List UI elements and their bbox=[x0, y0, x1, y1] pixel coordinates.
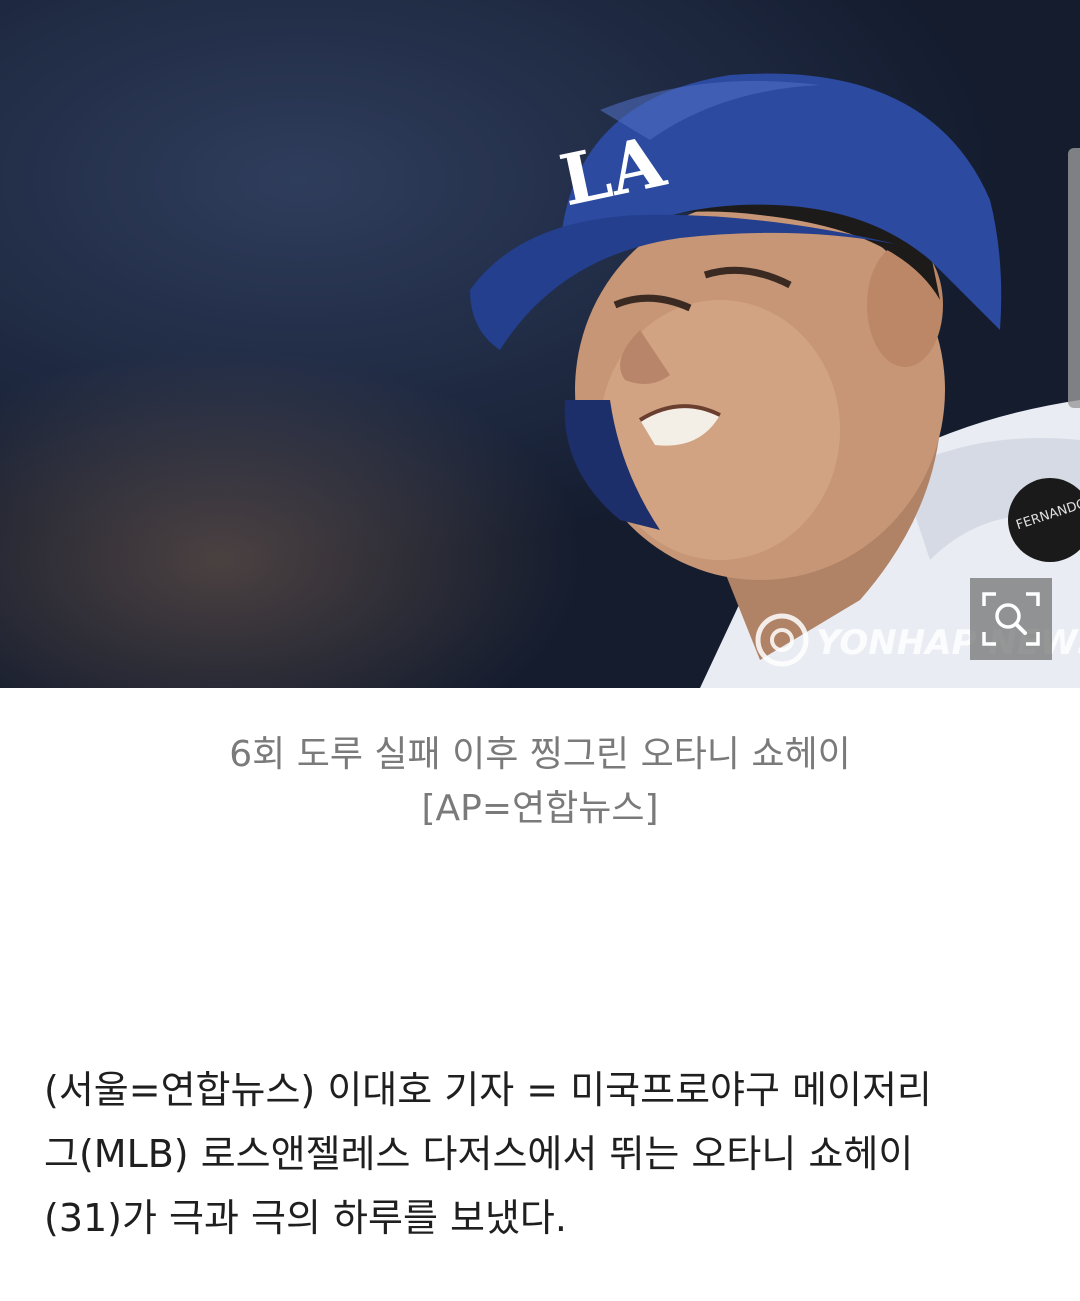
zoom-image-button[interactable] bbox=[970, 578, 1052, 660]
scroll-handle[interactable] bbox=[1068, 148, 1080, 408]
article-body: (서울=연합뉴스) 이대호 기자 = 미국프로야구 메이저리 그(MLB) 로스… bbox=[44, 1058, 1044, 1250]
zoom-search-icon bbox=[982, 592, 1040, 646]
player-photo-illustration: LA FERNANDO YONHAP NEWS bbox=[470, 73, 1080, 688]
article-page: LA FERNANDO YONHAP NEWS 6회 도루 실패 이후 찡그린 … bbox=[0, 0, 1080, 1301]
article-line-1: (서울=연합뉴스) 이대호 기자 = 미국프로야구 메이저리 bbox=[44, 1068, 932, 1112]
article-line-2: 그(MLB) 로스앤젤레스 다저스에서 뛰는 오타니 쇼헤이 bbox=[44, 1132, 914, 1176]
article-line-3: (31)가 극과 극의 하루를 보냈다. bbox=[44, 1196, 567, 1240]
caption-line-2: [AP=연합뉴스] bbox=[421, 788, 659, 829]
article-photo[interactable]: LA FERNANDO YONHAP NEWS bbox=[0, 0, 1080, 688]
photo-caption: 6회 도루 실패 이후 찡그린 오타니 쇼헤이 [AP=연합뉴스] bbox=[0, 728, 1080, 836]
caption-line-1: 6회 도루 실패 이후 찡그린 오타니 쇼헤이 bbox=[229, 734, 851, 775]
